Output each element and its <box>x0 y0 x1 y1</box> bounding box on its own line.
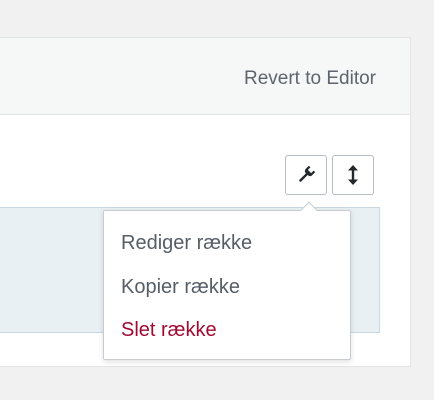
menu-item-copy-row[interactable]: Kopier række <box>121 274 240 300</box>
vertical-resize-icon <box>346 164 360 186</box>
row-move-button[interactable] <box>332 155 374 195</box>
menu-item-edit-row[interactable]: Rediger række <box>121 230 252 256</box>
panel-header: Revert to Editor <box>0 38 410 115</box>
row-actions-dropdown: Rediger række Kopier række Slet række <box>103 201 351 360</box>
wrench-icon <box>296 165 316 185</box>
menu-item-delete-row[interactable]: Slet række <box>121 317 217 343</box>
row-settings-button[interactable] <box>285 155 327 195</box>
revert-to-editor-link[interactable]: Revert to Editor <box>244 67 376 91</box>
